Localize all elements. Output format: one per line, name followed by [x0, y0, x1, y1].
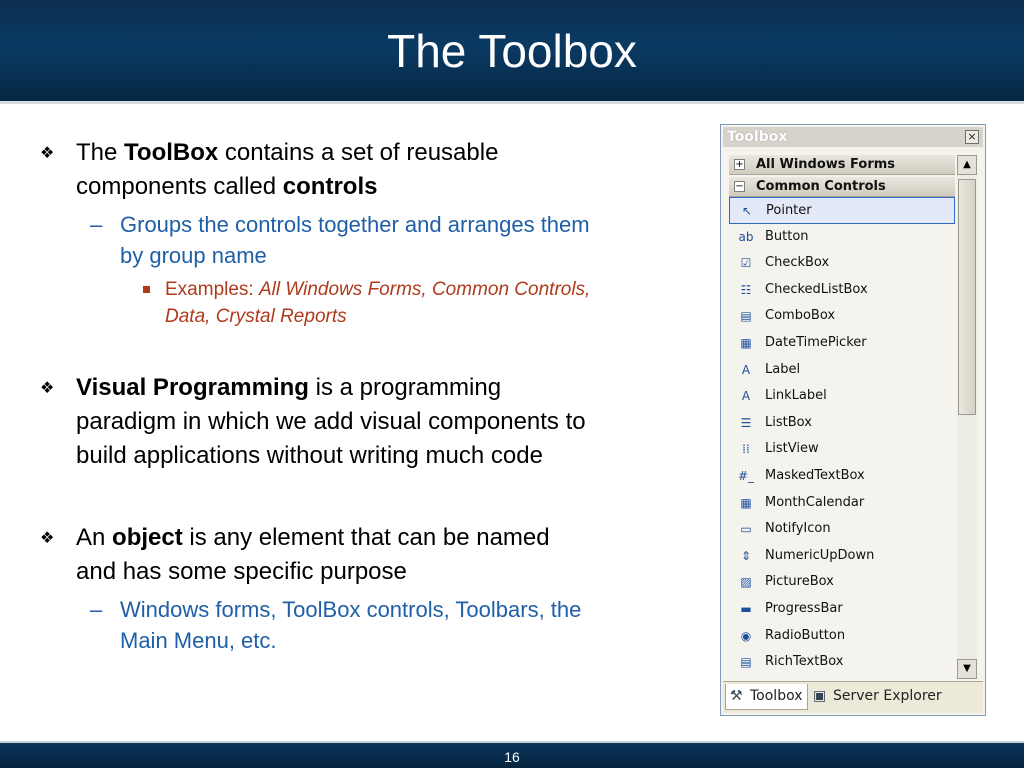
- sub-bullet-windows-forms: – Windows forms, ToolBox controls, Toolb…: [90, 594, 690, 656]
- toolbox-item-label: MonthCalendar: [765, 494, 865, 510]
- toolbox-item-label: RadioButton: [765, 627, 846, 643]
- toolbox-item-maskedtextbox[interactable]: #_ MaskedTextBox: [729, 463, 955, 490]
- toolbox-item-richtextbox[interactable]: ▤ RichTextBox: [729, 649, 955, 675]
- combobox-icon: ▤: [740, 309, 752, 324]
- toolbox-item-label: NumericUpDown: [765, 547, 875, 563]
- linklabel-icon: A: [741, 389, 751, 404]
- tab-server-explorer[interactable]: ▣ Server Explorer: [809, 684, 946, 710]
- richtextbox-icon: ▤: [740, 655, 752, 670]
- scroll-down-icon[interactable]: ▼: [957, 659, 977, 679]
- tools-icon: ⚒: [730, 688, 743, 704]
- toolbox-item-label: DateTimePicker: [765, 334, 867, 350]
- toolbox-item-button[interactable]: ab Button: [729, 224, 955, 251]
- sub-sub-bullet-examples: Examples: All Windows Forms, Common Cont…: [143, 276, 695, 330]
- bullet-toolbox: ❖ The ToolBox contains a set of reusable…: [40, 136, 686, 204]
- toolbox-item-label: ProgressBar: [765, 600, 843, 616]
- tab-toolbox[interactable]: ⚒ Toolbox: [725, 684, 808, 710]
- bullet-visual-programming: ❖ Visual Programming is a programming pa…: [40, 371, 696, 473]
- toolbox-tab-strip: ⚒ Toolbox ▣ Server Explorer: [723, 681, 983, 713]
- toolbox-title: Toolbox: [727, 129, 788, 145]
- toolbox-item-list: ↖ Pointer ab Button ☑ CheckBox ☷ CheckedListBox…: [729, 197, 955, 675]
- toolbox-item-label[interactable]: A Label: [729, 357, 955, 384]
- label-icon: A: [741, 362, 751, 377]
- scroll-thumb[interactable]: [958, 179, 976, 415]
- pointer-icon: ↖: [741, 204, 753, 218]
- page-number: 16: [504, 749, 520, 765]
- listbox-icon: ☰: [740, 415, 752, 430]
- maskedtextbox-icon: #_: [737, 468, 755, 483]
- close-icon[interactable]: ×: [965, 130, 979, 144]
- toolbox-item-monthcalendar[interactable]: ▦ MonthCalendar: [729, 490, 955, 517]
- toolbox-item-checkbox[interactable]: ☑ CheckBox: [729, 250, 955, 277]
- toolbox-item-label: Button: [765, 228, 809, 244]
- button-icon: ab: [738, 229, 754, 244]
- group-common-controls[interactable]: − Common Controls: [729, 177, 955, 197]
- collapse-icon[interactable]: −: [734, 181, 745, 192]
- toolbox-item-notifyicon[interactable]: ▭ NotifyIcon: [729, 516, 955, 543]
- group-all-windows-forms[interactable]: + All Windows Forms: [729, 155, 955, 175]
- toolbox-item-label: LinkLabel: [765, 388, 827, 404]
- toolbox-item-label: RichTextBox: [765, 654, 844, 670]
- toolbox-item-label: Pointer: [766, 203, 812, 218]
- toolbox-item-label: MaskedTextBox: [765, 467, 865, 483]
- toolbox-item-label: ListBox: [765, 414, 812, 430]
- toolbox-item-label: NotifyIcon: [765, 521, 831, 537]
- slide-title: The Toolbox: [387, 25, 637, 77]
- dash-bullet-icon: –: [90, 212, 103, 237]
- server-icon: ▣: [813, 688, 827, 704]
- scroll-up-icon[interactable]: ▲: [957, 155, 977, 175]
- toolbox-item-radiobutton[interactable]: ◉ RadioButton: [729, 623, 955, 650]
- checkbox-icon: ☑: [740, 256, 752, 271]
- bullet-object: ❖ An object is any element that can be n…: [40, 521, 696, 589]
- toolbox-item-label: CheckedListBox: [765, 281, 868, 297]
- title-bar: The Toolbox: [0, 0, 1024, 104]
- expand-icon[interactable]: +: [734, 159, 745, 170]
- toolbox-item-datetimepicker[interactable]: ▦ DateTimePicker: [729, 330, 955, 357]
- toolbox-item-combobox[interactable]: ▤ ComboBox: [729, 303, 955, 330]
- toolbox-item-picturebox[interactable]: ▨ PictureBox: [729, 569, 955, 596]
- toolbox-item-listbox[interactable]: ☰ ListBox: [729, 410, 955, 437]
- toolbox-item-pointer[interactable]: ↖ Pointer: [729, 197, 955, 224]
- bullet-line: The ToolBox contains a set of reusable: [76, 139, 499, 166]
- toolbox-header: Toolbox ×: [723, 127, 983, 147]
- toolbox-panel: Toolbox × + All Windows Forms − Common C…: [720, 124, 986, 716]
- datetimepicker-icon: ▦: [740, 335, 752, 350]
- picturebox-icon: ▨: [740, 575, 752, 590]
- checkedlistbox-icon: ☷: [740, 282, 752, 297]
- toolbox-item-label: PictureBox: [765, 574, 834, 590]
- radiobutton-icon: ◉: [740, 628, 752, 643]
- toolbox-item-progressbar[interactable]: ▬ ProgressBar: [729, 596, 955, 623]
- toolbox-item-label: CheckBox: [765, 255, 830, 271]
- diamond-bullet-icon: ❖: [40, 143, 55, 162]
- toolbox-item-label: ComboBox: [765, 308, 836, 324]
- toolbox-scrollbar[interactable]: ▲ ▼: [957, 155, 977, 679]
- numericupdown-icon: ⇕: [740, 548, 752, 563]
- progressbar-icon: ▬: [740, 601, 752, 616]
- toolbox-item-listview[interactable]: ⁞⁞ ListView: [729, 436, 955, 463]
- bullet-line: components called controls: [76, 173, 378, 200]
- toolbox-item-numericupdown[interactable]: ⇕ NumericUpDown: [729, 543, 955, 570]
- diamond-bullet-icon: ❖: [40, 378, 55, 397]
- footer-bar: 16: [0, 741, 1024, 768]
- sub-bullet-groups: – Groups the controls together and arran…: [90, 209, 690, 271]
- diamond-bullet-icon: ❖: [40, 528, 55, 547]
- toolbox-item-checkedlistbox[interactable]: ☷ CheckedListBox: [729, 277, 955, 304]
- square-bullet-icon: [143, 286, 150, 293]
- monthcalendar-icon: ▦: [740, 495, 752, 510]
- notifyicon-icon: ▭: [740, 522, 752, 537]
- toolbox-item-label: Label: [765, 361, 801, 377]
- dash-bullet-icon: –: [90, 597, 103, 622]
- toolbox-item-label: ListView: [765, 441, 819, 457]
- listview-icon: ⁞⁞: [742, 442, 750, 457]
- toolbox-item-linklabel[interactable]: A LinkLabel: [729, 383, 955, 410]
